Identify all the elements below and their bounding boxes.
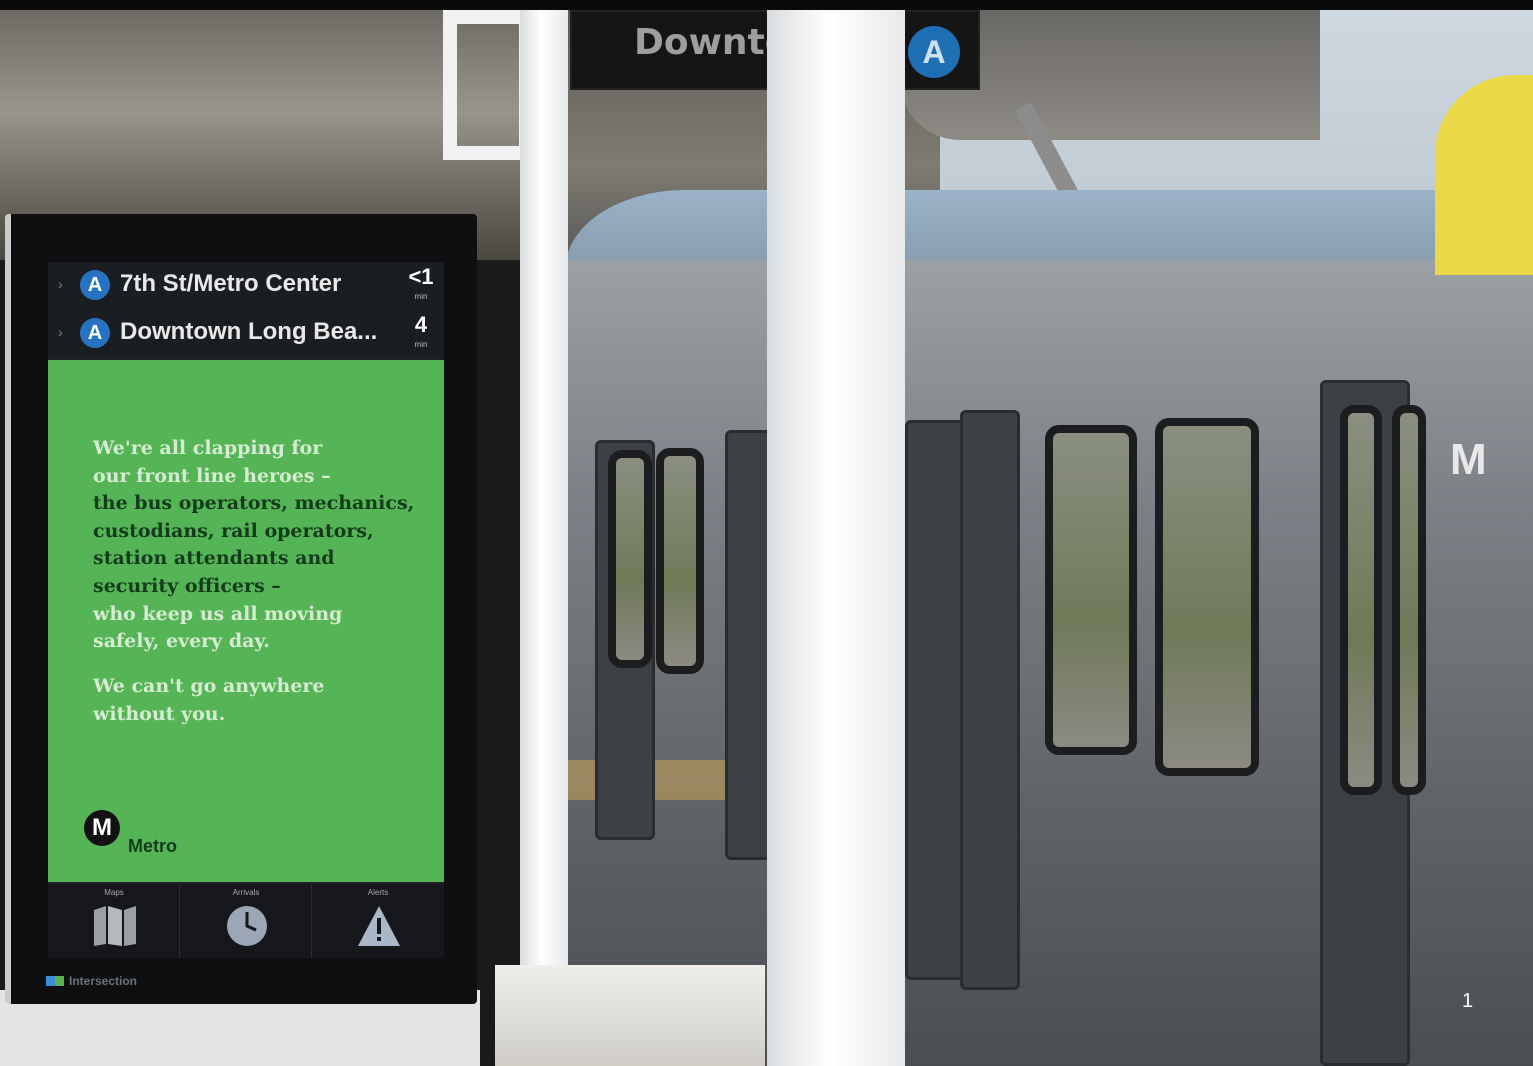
clock-icon	[227, 906, 267, 946]
message-panel: We're all clapping for our front line he…	[48, 360, 444, 882]
message-line: our front line heroes –	[93, 464, 331, 487]
arrival-destination: Downtown Long Bea...	[120, 318, 378, 345]
page-number: 1	[1462, 990, 1474, 1012]
arrivals-list: › A 7th St/Metro Center <1 min › A Downt…	[48, 262, 444, 358]
message-line: safely, every day.	[93, 630, 270, 653]
alert-icon	[358, 906, 400, 946]
train-window	[1155, 418, 1259, 776]
nav-label: Alerts	[367, 888, 389, 897]
map-icon	[94, 906, 136, 946]
train-window	[1340, 405, 1382, 795]
train-window	[656, 448, 704, 674]
nav-alerts[interactable]: Alerts	[312, 884, 444, 958]
chevron-right-icon: ›	[58, 324, 63, 340]
arrival-minutes: 4	[414, 312, 428, 337]
message-line: custodians, rail operators,	[93, 519, 374, 542]
nav-label: Maps	[104, 888, 124, 897]
bench	[495, 965, 765, 1066]
metro-wordmark: Metro	[128, 836, 177, 856]
message-line: security officers –	[93, 574, 281, 597]
intersection-brand: Intersection	[46, 974, 137, 988]
pillar	[767, 10, 905, 1066]
nav-arrivals[interactable]: Arrivals	[180, 884, 312, 958]
message-line: We're all clapping for	[93, 437, 323, 459]
brand-text: Intersection	[69, 974, 138, 988]
intersection-logo-icon	[46, 976, 64, 986]
train-metro-logo: M	[1450, 435, 1487, 484]
message-line: We can't go anywhere	[93, 675, 325, 697]
arrival-unit: min	[414, 292, 428, 301]
message-line: without you.	[93, 702, 226, 725]
train-door	[960, 410, 1020, 990]
line-a-bullet: A	[908, 26, 960, 78]
train-window	[608, 450, 652, 668]
message-line: who keep us all moving	[93, 602, 343, 625]
arrival-destination: 7th St/Metro Center	[120, 270, 342, 297]
message-line: station attendants and	[93, 547, 335, 570]
top-edge	[0, 0, 1533, 10]
arrival-row[interactable]: › A Downtown Long Bea... 4 min	[48, 310, 444, 358]
pillar	[520, 10, 568, 1066]
arrival-minutes: <1	[408, 264, 434, 289]
message-line: the bus operators, mechanics,	[93, 492, 415, 515]
nav-maps[interactable]: Maps	[48, 884, 180, 958]
arrival-row[interactable]: › A 7th St/Metro Center <1 min	[48, 262, 444, 310]
line-a-badge: A	[80, 318, 110, 348]
train-window	[1392, 405, 1426, 795]
chevron-right-icon: ›	[58, 276, 63, 292]
line-a-badge: A	[80, 270, 110, 300]
train-window	[1045, 425, 1137, 755]
metro-logo: M	[84, 810, 120, 846]
kiosk-nav-bar: Maps Arrivals Alerts	[48, 884, 444, 958]
message-body: We're all clapping for our front line he…	[93, 435, 423, 656]
message-closing: We can't go anywhere without you.	[93, 673, 423, 728]
arrival-unit: min	[414, 340, 428, 349]
photo-scene: M Downto A › A 7th St/Metro Center <1 mi…	[0, 0, 1533, 1066]
nav-label: Arrivals	[232, 888, 260, 897]
